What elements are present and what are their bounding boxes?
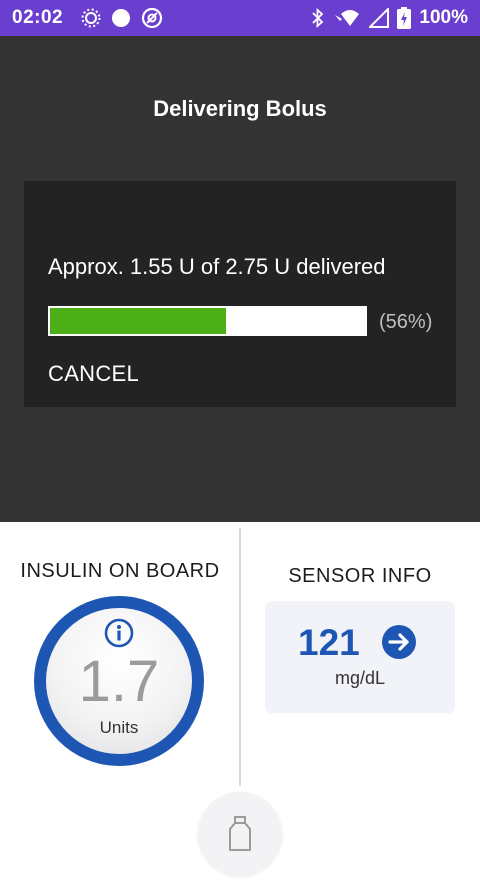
glucose-unit: mg/dL — [334, 668, 386, 688]
circle-icon — [111, 8, 131, 28]
insulin-vial-icon — [226, 816, 254, 852]
status-notification-icons — [81, 7, 163, 29]
bolus-progress-dialog: Approx. 1.55 U of 2.75 U delivered (56%)… — [24, 181, 456, 407]
battery-icon — [397, 7, 412, 29]
sensor-info-card[interactable]: 121 mg/dL — [265, 601, 455, 713]
status-bar: 02:02 100% — [0, 0, 480, 36]
delivery-progress-bar — [48, 306, 367, 336]
iob-gauge-face: 1.7 Units — [46, 608, 192, 754]
delivery-status-text: Approx. 1.55 U of 2.75 U delivered — [48, 254, 386, 279]
bolus-button[interactable] — [198, 792, 282, 876]
delivery-progress-percent: (56%) — [379, 311, 433, 333]
iob-value: 1.7 — [78, 649, 160, 714]
battery-percentage: 100% — [419, 7, 468, 28]
page-title: Delivering Bolus — [153, 96, 327, 121]
iob-unit: Units — [99, 718, 139, 737]
dashboard-panel: INSULIN ON BOARD 1.7 Units SENSOR INFO 1… — [0, 522, 480, 888]
glucose-value: 121 — [298, 622, 360, 663]
iob-gauge[interactable]: 1.7 Units — [34, 596, 204, 766]
delivery-progress-fill — [50, 308, 227, 334]
brightness-icon — [81, 8, 101, 28]
status-system-icons: 100% — [311, 7, 468, 29]
signal-icon — [369, 8, 390, 28]
status-time: 02:02 — [12, 7, 64, 28]
trend-arrow-right-icon — [382, 625, 416, 659]
info-icon[interactable] — [104, 618, 134, 648]
sensor-info-title: SENSOR INFO — [288, 565, 432, 587]
bluetooth-icon — [311, 8, 325, 28]
cancel-button[interactable]: CANCEL — [48, 361, 139, 387]
wifi-icon — [333, 8, 361, 28]
app-notification-icon — [141, 7, 163, 29]
iob-title: INSULIN ON BOARD — [20, 560, 220, 582]
